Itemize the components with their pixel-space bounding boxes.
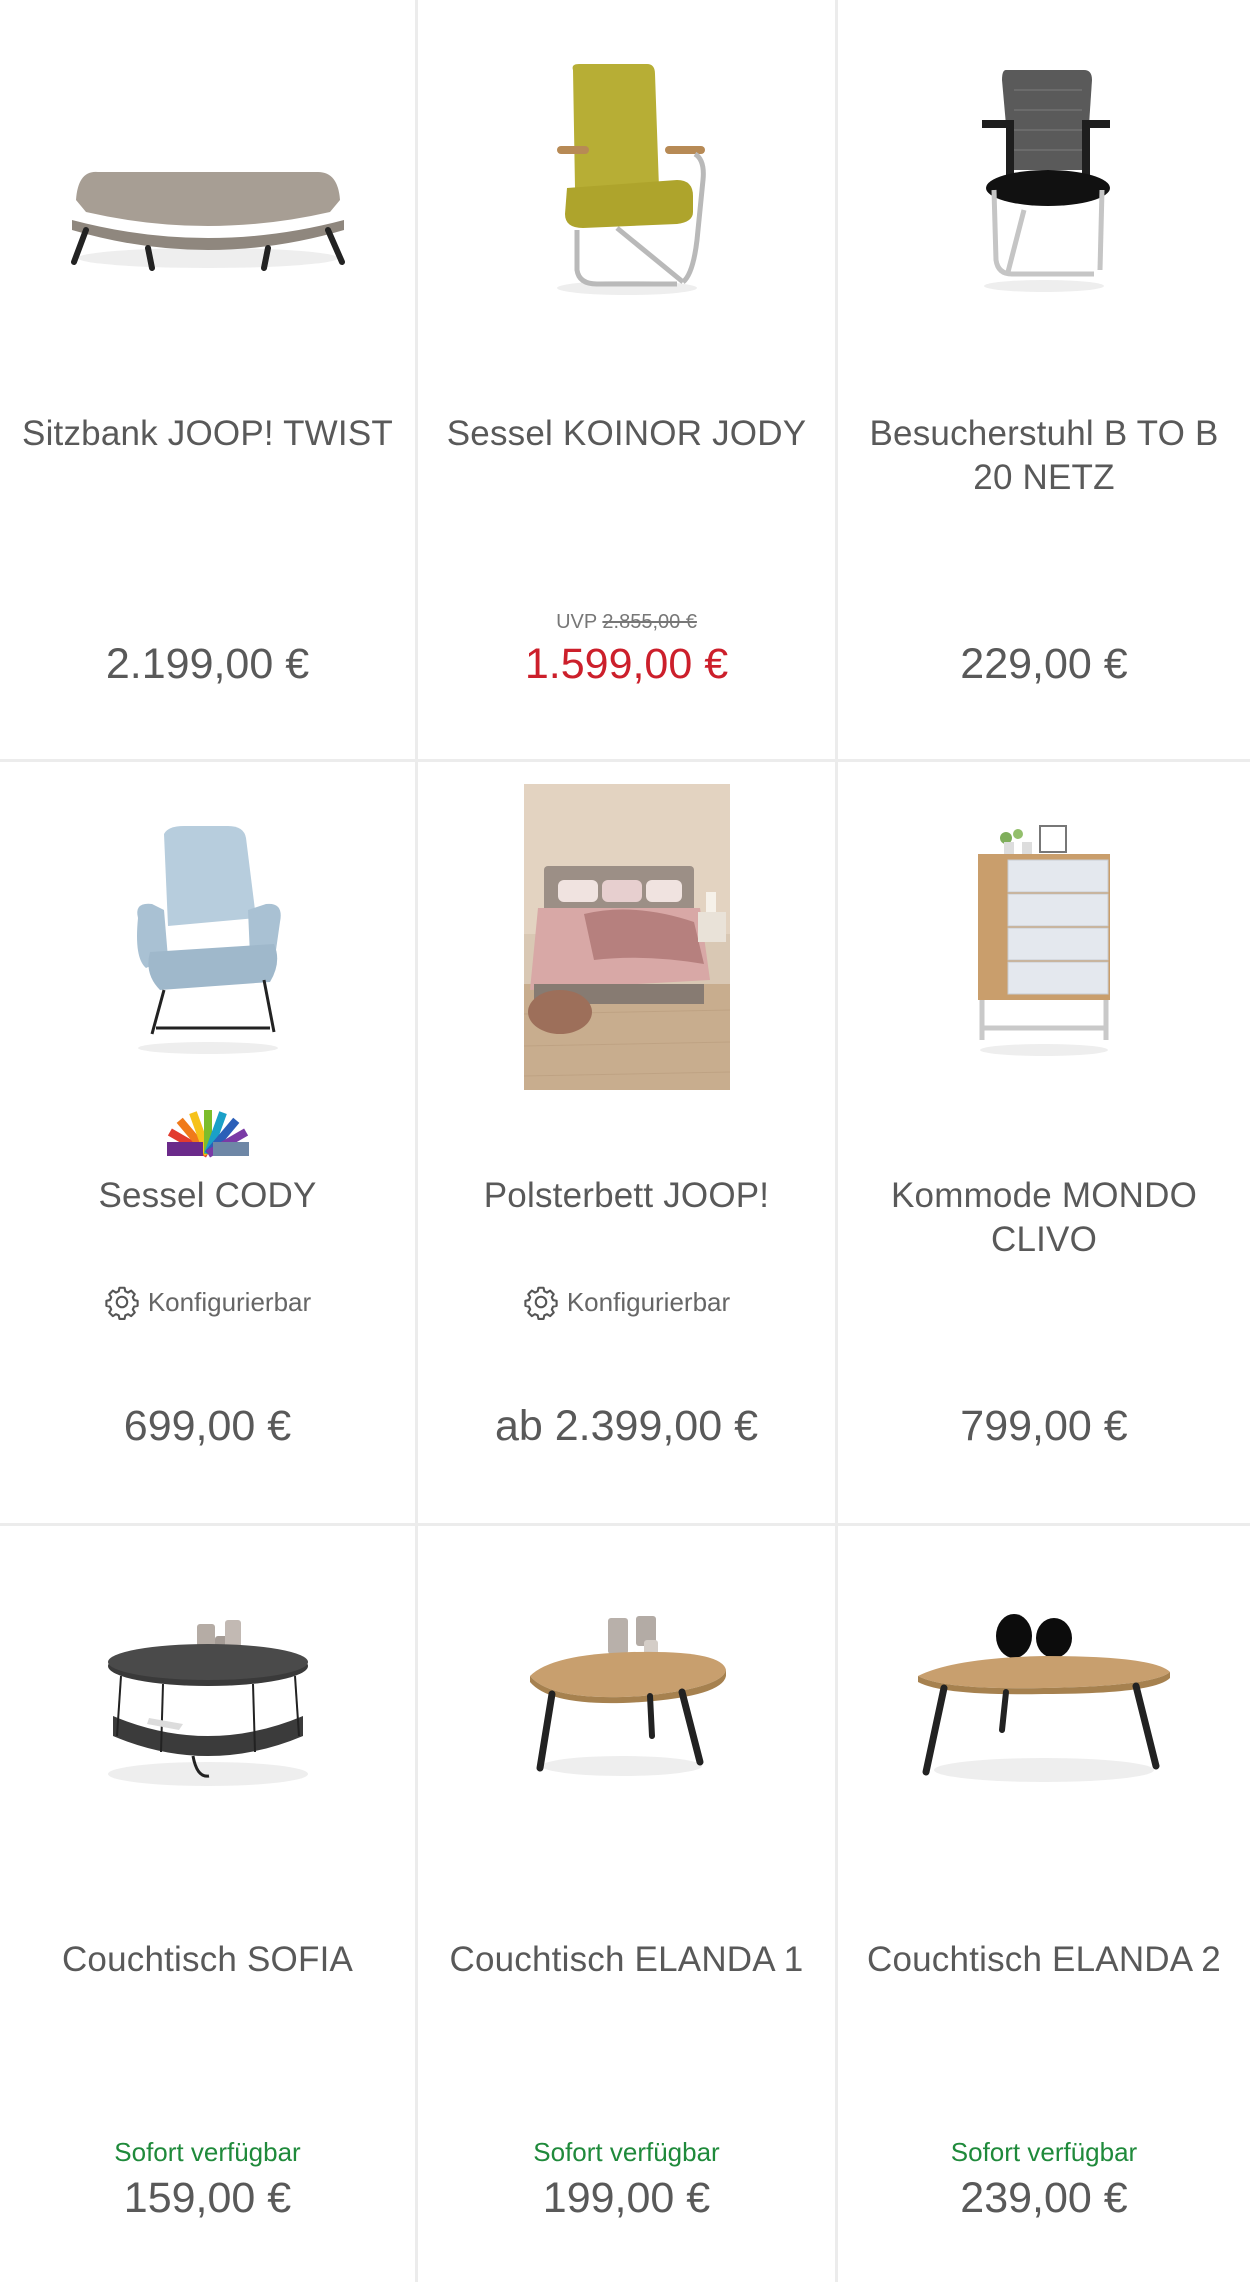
price-block: 2.199,00 € [0, 608, 415, 692]
product-image[interactable] [418, 1556, 835, 1856]
uvp-label: UVP [556, 611, 597, 633]
product-image[interactable] [838, 792, 1250, 1092]
price-block: 699,00 € [0, 1370, 415, 1454]
uvp-old-price: 2.855,00 € [602, 611, 697, 633]
uvp-spacer [838, 1370, 1250, 1398]
product-title[interactable]: Couchtisch ELANDA 1 [438, 1938, 815, 1982]
product-image[interactable] [838, 1556, 1250, 1856]
product-title[interactable]: Sessel CODY [20, 1174, 395, 1218]
price-block: UVP 2.855,00 € 1.599,00 € [418, 608, 835, 692]
product-title[interactable]: Sitzbank JOOP! TWIST [20, 412, 395, 456]
product-image[interactable] [418, 782, 835, 1092]
configurable-badge: Konfigurierbar [418, 1284, 835, 1320]
product-image[interactable] [0, 792, 415, 1092]
product-image[interactable] [838, 30, 1250, 330]
availability-status: Sofort verfügbar [533, 2137, 720, 2167]
product-image[interactable] [0, 30, 415, 330]
product-card[interactable]: Sessel KOINOR JODY UVP 2.855,00 € 1.599,… [418, 0, 838, 762]
product-price: 799,00 € [960, 1402, 1128, 1450]
uvp-spacer [0, 1370, 415, 1398]
configurable-label: Konfigurierbar [566, 1286, 731, 1317]
product-card[interactable]: Couchtisch SOFIA Sofort verfügbar 159,00… [0, 1526, 418, 2282]
product-card[interactable]: Sessel CODY Konfigurierbar 699,00 € [0, 762, 418, 1526]
gear-icon [524, 1286, 558, 1320]
product-sale-price: 1.599,00 € [524, 640, 729, 688]
configurable-label: Konfigurierbar [147, 1286, 312, 1317]
product-card[interactable]: Couchtisch ELANDA 1 Sofort verfügbar 199… [418, 1526, 838, 2282]
uvp-spacer [838, 608, 1250, 636]
product-price: ab 2.399,00 € [494, 1402, 759, 1450]
price-block: ab 2.399,00 € [418, 1370, 835, 1454]
product-price: 199,00 € [542, 2174, 711, 2222]
availability-status: Sofort verfügbar [114, 2137, 301, 2167]
product-card[interactable]: Sitzbank JOOP! TWIST 2.199,00 € [0, 0, 418, 762]
configurable-badge: Konfigurierbar [0, 1284, 415, 1320]
uvp-spacer [0, 608, 415, 636]
product-title[interactable]: Kommode MONDO CLIVO [858, 1174, 1230, 1262]
color-palette-icon[interactable] [0, 1104, 415, 1158]
product-title[interactable]: Sessel KOINOR JODY [438, 412, 815, 456]
availability-status: Sofort verfügbar [950, 2137, 1138, 2167]
product-title[interactable]: Couchtisch ELANDA 2 [858, 1938, 1230, 1982]
product-price: 699,00 € [123, 1402, 292, 1450]
price-block: Sofort verfügbar 199,00 € [418, 2134, 835, 2226]
product-card[interactable]: Couchtisch ELANDA 2 Sofort verfügbar 239… [838, 1526, 1250, 2282]
product-title[interactable]: Besucherstuhl B TO B 20 NETZ [858, 412, 1230, 500]
product-price: 229,00 € [960, 640, 1128, 688]
price-block: Sofort verfügbar 159,00 € [0, 2134, 415, 2226]
price-block: Sofort verfügbar 239,00 € [838, 2134, 1250, 2226]
product-card[interactable]: Besucherstuhl B TO B 20 NETZ 229,00 € [838, 0, 1250, 762]
product-price: 239,00 € [960, 2174, 1128, 2222]
product-grid: Sitzbank JOOP! TWIST 2.199,00 € Sessel K… [0, 0, 1250, 2282]
product-price: 159,00 € [123, 2174, 292, 2222]
product-title[interactable]: Polsterbett JOOP! [438, 1174, 815, 1218]
product-card[interactable]: Polsterbett JOOP! Konfigurierbar ab 2.39… [418, 762, 838, 1526]
product-image[interactable] [418, 30, 835, 330]
uvp-spacer [418, 1370, 835, 1398]
uvp-line: UVP 2.855,00 € [418, 608, 835, 636]
product-image[interactable] [0, 1556, 415, 1856]
gear-icon [105, 1286, 139, 1320]
product-card[interactable]: Kommode MONDO CLIVO 799,00 € [838, 762, 1250, 1526]
product-price: 2.199,00 € [105, 640, 310, 688]
price-block: 799,00 € [838, 1370, 1250, 1454]
product-title[interactable]: Couchtisch SOFIA [20, 1938, 395, 1982]
price-block: 229,00 € [838, 608, 1250, 692]
